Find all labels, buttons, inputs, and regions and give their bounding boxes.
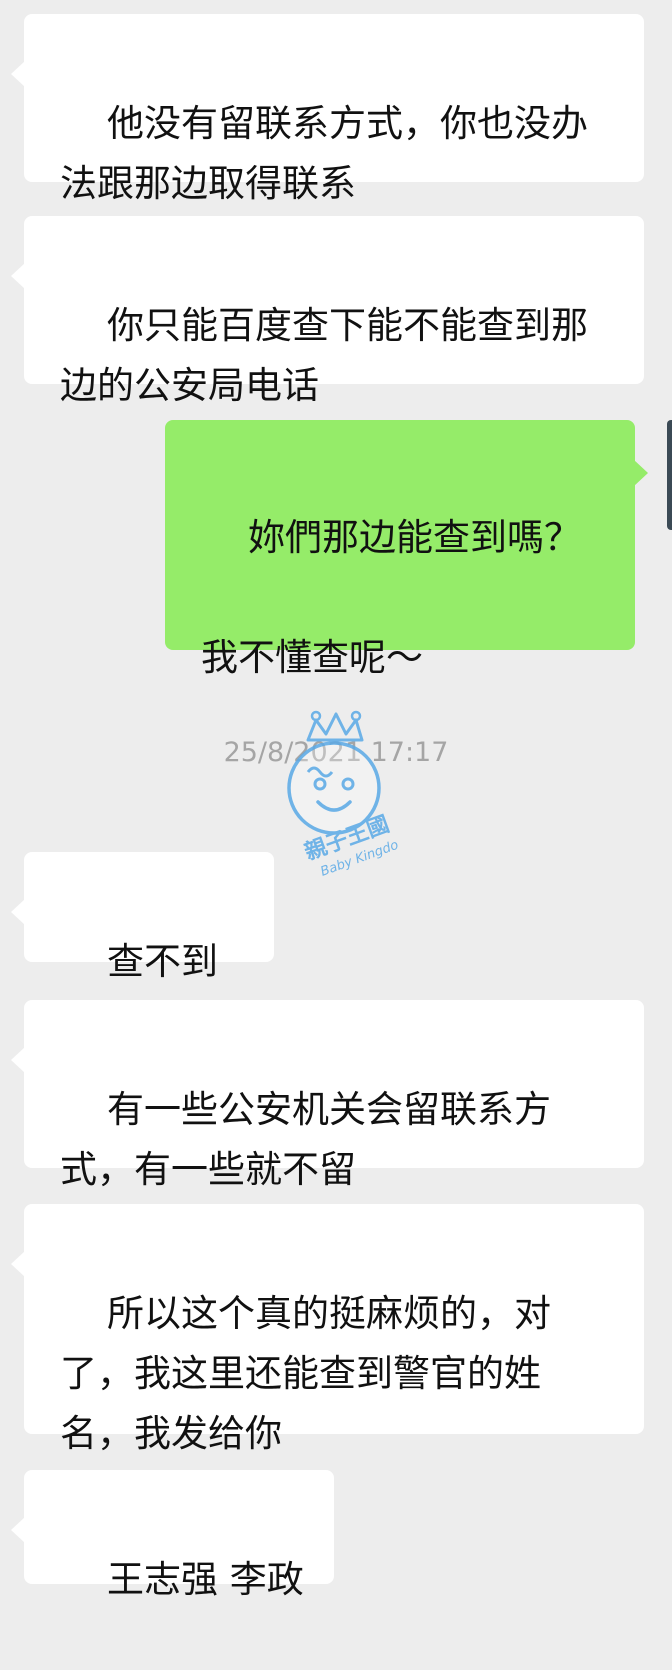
baby-kingdom-watermark-icon: 親子王國 Baby Kingdom [287, 710, 398, 880]
message-bubble-incoming[interactable]: 你只能百度查下能不能查到那 边的公安局电话 [11, 216, 644, 407]
message-text: 妳們那边能查到嗎？ 我不懂查呢～ [201, 516, 582, 679]
message-bubble-incoming[interactable]: 王志强 李政 [11, 1470, 334, 1601]
message-bubble-incoming[interactable]: 有一些公安机关会留联系方 式，有一些就不留 [11, 1000, 644, 1191]
message-bubble-incoming[interactable]: 他没有留联系方式，你也没办 法跟那边取得联系 [11, 14, 644, 205]
message-text: 王志强 李政 [107, 1558, 304, 1601]
message-bubble-incoming[interactable]: 查不到呢 [11, 852, 274, 1043]
self-avatar[interactable] [667, 420, 672, 530]
message-text: 所以这个真的挺麻烦的，对 了，我这里还能查到警官的姓 名，我发给你 [60, 1292, 552, 1455]
message-text: 你只能百度查下能不能查到那 边的公安局电话 [60, 304, 589, 407]
message-text: 他没有留联系方式，你也没办 法跟那边取得联系 [60, 102, 589, 205]
message-text: 有一些公安机关会留联系方 式，有一些就不留 [60, 1088, 552, 1191]
message-bubble-outgoing[interactable]: 妳們那边能查到嗎？ 我不懂查呢～ [165, 420, 648, 679]
message-bubble-incoming[interactable]: 所以这个真的挺麻烦的，对 了，我这里还能查到警官的姓 名，我发给你 [11, 1204, 644, 1455]
